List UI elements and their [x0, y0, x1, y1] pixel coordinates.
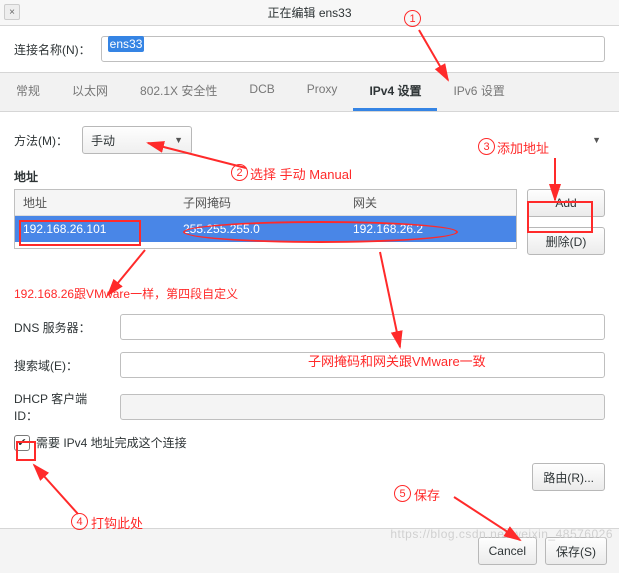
routes-button[interactable]: 路由(R)... — [532, 463, 605, 491]
add-button[interactable]: Add — [527, 189, 605, 217]
save-button[interactable]: 保存(S) — [545, 537, 607, 565]
require-ipv4-checkbox[interactable]: ✔ — [14, 435, 30, 451]
window-title: 正在编辑 ens33 — [267, 4, 351, 21]
tab-ethernet[interactable]: 以太网 — [56, 73, 124, 111]
dhcp-id-label: DHCP 客户端 ID： — [14, 390, 114, 424]
address-table[interactable]: 地址 子网掩码 网关 192.168.26.101 255.255.255.0 … — [14, 189, 517, 249]
connection-name-label: 连接名称(N)： — [14, 41, 91, 58]
dns-input[interactable] — [120, 314, 605, 340]
require-ipv4-label: 需要 IPv4 地址完成这个连接 — [36, 434, 187, 451]
method-label: 方法(M)： — [14, 132, 68, 149]
table-row[interactable]: 192.168.26.101 255.255.255.0 192.168.26.… — [15, 216, 516, 242]
th-gateway: 网关 — [345, 190, 516, 215]
chevron-down-icon: ▼ — [592, 135, 601, 145]
cancel-button[interactable]: Cancel — [478, 537, 537, 565]
dhcp-id-input — [120, 394, 605, 420]
search-domain-input[interactable] — [120, 352, 605, 378]
tab-proxy[interactable]: Proxy — [291, 73, 354, 111]
tab-8021x[interactable]: 802.1X 安全性 — [124, 73, 233, 111]
th-mask: 子网掩码 — [175, 190, 345, 215]
close-button[interactable]: × — [4, 4, 20, 20]
tabs: 常规 以太网 802.1X 安全性 DCB Proxy IPv4 设置 IPv6… — [0, 72, 619, 112]
tab-dcb[interactable]: DCB — [233, 73, 290, 111]
method-value: 手动 — [91, 132, 115, 149]
search-domain-label: 搜索域(E)： — [14, 357, 114, 374]
chevron-down-icon: ▼ — [174, 135, 183, 145]
tab-ipv6[interactable]: IPv6 设置 — [437, 73, 520, 111]
delete-button[interactable]: 删除(D) — [527, 227, 605, 255]
tab-ipv4[interactable]: IPv4 设置 — [353, 73, 437, 111]
titlebar: × 正在编辑 ens33 — [0, 0, 619, 26]
connection-name-input[interactable]: ens33 — [101, 36, 605, 62]
connection-name-value: ens33 — [108, 36, 145, 52]
cell-gateway: 192.168.26.2 — [345, 216, 516, 242]
cell-ip: 192.168.26.101 — [15, 216, 175, 242]
tab-general[interactable]: 常规 — [0, 73, 56, 111]
watermark: https://blog.csdn.net/weixin_48576026 — [390, 527, 613, 541]
ip-note: 192.168.26跟VMware一样，第四段自定义 — [14, 285, 605, 302]
method-combo[interactable]: 手动 ▼ — [82, 126, 192, 154]
th-address: 地址 — [15, 190, 175, 215]
cell-mask: 255.255.255.0 — [175, 216, 345, 242]
addresses-label: 地址 — [14, 168, 605, 185]
dns-label: DNS 服务器： — [14, 319, 114, 336]
